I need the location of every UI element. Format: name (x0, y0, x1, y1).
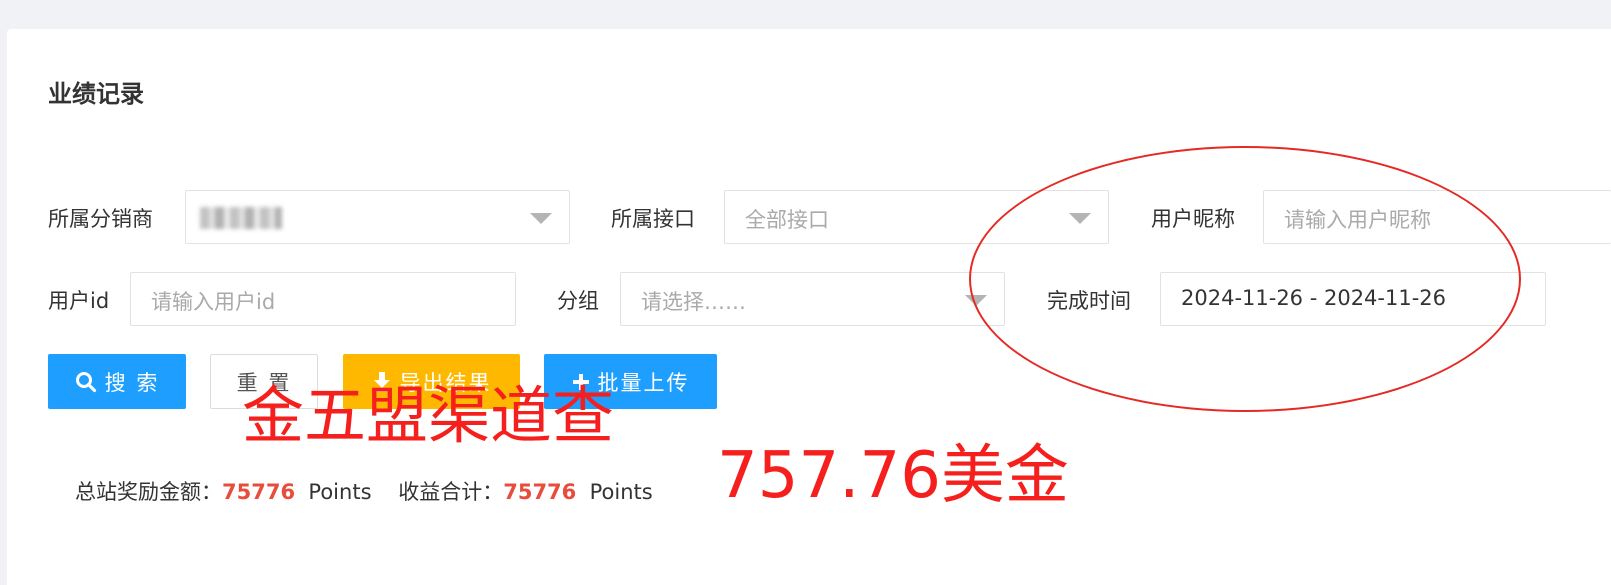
nickname-input[interactable]: 请输入用户昵称 (1263, 190, 1611, 244)
caret-down-icon (965, 295, 987, 306)
group-label: 分组 (557, 289, 599, 313)
caret-down-icon (530, 213, 552, 224)
user-id-input[interactable]: 请输入用户id (130, 272, 516, 326)
income-total-label: 收益合计： (398, 480, 504, 504)
search-button-label: 搜 索 (104, 370, 160, 395)
search-button[interactable]: 搜 索 (48, 354, 186, 409)
user-id-label: 用户id (48, 289, 110, 313)
interface-placeholder: 全部接口 (745, 208, 829, 232)
caret-down-icon (1069, 213, 1091, 224)
channel-annotation: 金五盟渠道查 (242, 379, 615, 452)
income-total-unit: Points (589, 480, 653, 504)
distributor-value-redacted (200, 207, 282, 229)
page-title: 业绩记录 (48, 80, 144, 108)
usd-amount-annotation: 757.76美金 (717, 439, 1069, 513)
completion-time-input[interactable]: 2024-11-26 - 2024-11-26 (1160, 272, 1546, 326)
interface-select[interactable]: 全部接口 (724, 190, 1109, 244)
total-reward-label: 总站奖励金额： (75, 480, 222, 504)
completion-time-label: 完成时间 (1047, 289, 1131, 313)
distributor-select[interactable] (185, 190, 570, 244)
interface-label: 所属接口 (611, 207, 695, 231)
nickname-placeholder: 请输入用户昵称 (1284, 208, 1431, 232)
search-icon (75, 371, 96, 392)
total-reward-value: 75776 (222, 480, 296, 504)
completion-time-value: 2024-11-26 - 2024-11-26 (1181, 286, 1447, 310)
distributor-label: 所属分销商 (48, 207, 153, 231)
group-select[interactable]: 请选择…… (620, 272, 1005, 326)
nickname-label: 用户昵称 (1151, 207, 1235, 231)
group-placeholder: 请选择…… (641, 290, 746, 314)
total-reward-unit: Points (308, 480, 372, 504)
user-id-placeholder: 请输入用户id (151, 290, 276, 314)
stats-summary: 总站奖励金额：75776 Points 收益合计：75776 Points (75, 476, 653, 506)
income-total-value: 75776 (503, 480, 577, 504)
